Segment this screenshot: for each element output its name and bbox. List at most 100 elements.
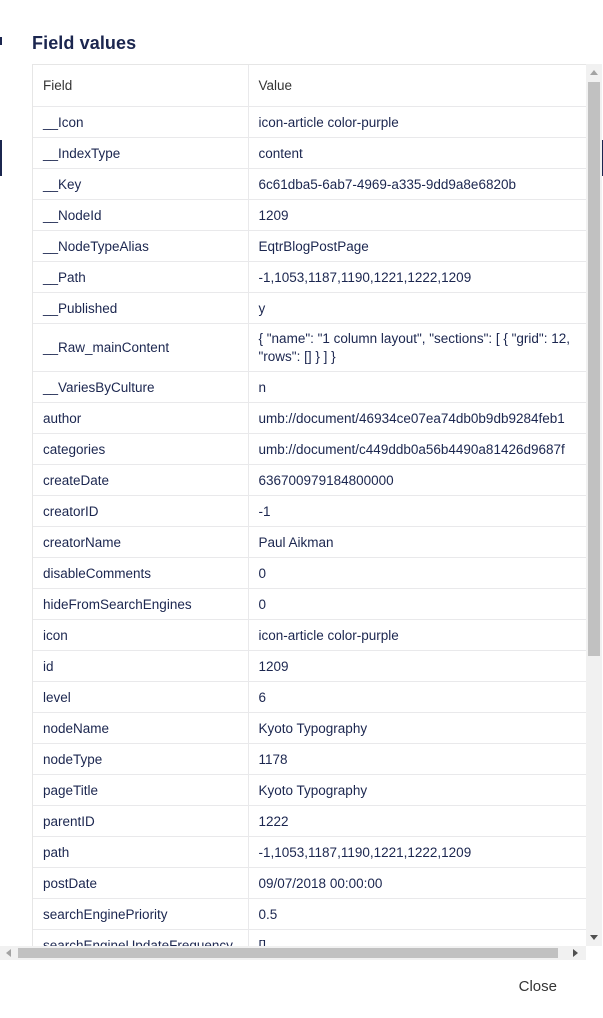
field-value-cell: 1209 (248, 199, 587, 231)
arrow-left-icon[interactable] (6, 949, 11, 957)
table-row: __NodeTypeAlias EqtrBlogPostPage (33, 230, 587, 262)
field-values-table: Field Value __Icon icon-article color-pur… (33, 65, 587, 947)
table-row: __IndexType content (33, 137, 587, 169)
vertical-scrollbar-thumb[interactable] (588, 82, 600, 656)
field-name-cell: createDate (33, 464, 249, 496)
arrow-right-icon[interactable] (573, 949, 578, 957)
field-name-cell: author (33, 402, 249, 434)
field-value-cell: 09/07/2018 00:00:00 (248, 867, 587, 899)
field-name-cell: __Published (33, 292, 249, 324)
field-name-cell: __Raw_mainContent (33, 323, 249, 372)
backdrop-edge (0, 140, 2, 176)
field-value-cell: content (248, 137, 587, 169)
table-row: postDate 09/07/2018 00:00:00 (33, 867, 587, 899)
field-name-cell: searchEngineUpdateFrequency (33, 929, 249, 947)
field-name-cell: pageTitle (33, 774, 249, 806)
table-row: __NodeId 1209 (33, 199, 587, 231)
horizontal-scrollbar[interactable] (0, 946, 586, 960)
field-name-cell: postDate (33, 867, 249, 899)
field-name-cell: __IndexType (33, 137, 249, 169)
table-row: __VariesByCulture n (33, 371, 587, 403)
field-value-cell: -1,1053,1187,1190,1221,1222,1209 (248, 836, 587, 868)
field-name-cell: level (33, 681, 249, 713)
field-name-cell: parentID (33, 805, 249, 837)
field-name-cell: id (33, 650, 249, 682)
table-row: level 6 (33, 681, 587, 713)
field-name-cell: __Path (33, 261, 249, 293)
field-value-cell: EqtrBlogPostPage (248, 230, 587, 262)
field-name-cell: __VariesByCulture (33, 371, 249, 403)
table-row: id 1209 (33, 650, 587, 682)
field-value-cell: 0.5 (248, 898, 587, 930)
field-value-cell: 1222 (248, 805, 587, 837)
table-row: nodeName Kyoto Typography (33, 712, 587, 744)
dialog-title: Field values (32, 33, 137, 53)
field-name-cell: nodeType (33, 743, 249, 775)
arrow-up-icon[interactable] (590, 70, 598, 75)
table-row: __Icon icon-article color-purple (33, 106, 587, 138)
table-row: __Key 6c61dba5-6ab7-4969-a335-9dd9a8e6820… (33, 168, 587, 200)
table-row: pageTitle Kyoto Typography (33, 774, 587, 806)
field-value-cell: umb://document/46934ce07ea74db0b9db9284f… (248, 402, 587, 434)
table-row: searchEnginePriority 0.5 (33, 898, 587, 930)
field-value-cell: 0 (248, 588, 587, 620)
field-name-cell: disableComments (33, 557, 249, 589)
field-name-cell: path (33, 836, 249, 868)
table-row: icon icon-article color-purple (33, 619, 587, 651)
field-name-cell: creatorID (33, 495, 249, 527)
arrow-down-icon[interactable] (590, 935, 598, 940)
field-value-cell: Kyoto Typography (248, 712, 587, 744)
field-value-cell: 6c61dba5-6ab7-4969-a335-9dd9a8e6820b (248, 168, 587, 200)
field-name-cell: categories (33, 433, 249, 465)
field-value-cell: -1 (248, 495, 587, 527)
backdrop-edge (0, 37, 2, 45)
table-row: hideFromSearchEngines 0 (33, 588, 587, 620)
field-name-cell: icon (33, 619, 249, 651)
table-row: __Published y (33, 292, 587, 324)
field-name-cell: searchEnginePriority (33, 898, 249, 930)
field-value-cell: 636700979184800000 (248, 464, 587, 496)
horizontal-scrollbar-thumb[interactable] (18, 948, 558, 958)
table-row: creatorName Paul Aikman (33, 526, 587, 558)
field-values-table-viewport[interactable]: Field Value __Icon icon-article color-pur… (32, 64, 587, 947)
field-value-cell: icon-article color-purple (248, 619, 587, 651)
column-header-value: Value (248, 65, 587, 107)
vertical-scrollbar[interactable] (586, 64, 602, 946)
field-value-cell: Kyoto Typography (248, 774, 587, 806)
field-value-cell: { "name": "1 column layout", "sections":… (248, 323, 587, 372)
table-row: creatorID -1 (33, 495, 587, 527)
table-body: __Icon icon-article color-purple __IndexTy… (33, 106, 587, 947)
field-name-cell: nodeName (33, 712, 249, 744)
field-value-cell: 1178 (248, 743, 587, 775)
field-name-cell: creatorName (33, 526, 249, 558)
field-value-cell: 6 (248, 681, 587, 713)
table-row: categories umb://document/c449ddb0a56b449… (33, 433, 587, 465)
field-name-cell: __NodeId (33, 199, 249, 231)
field-value-cell: 0 (248, 557, 587, 589)
field-value-cell: Paul Aikman (248, 526, 587, 558)
close-button[interactable]: Close (519, 976, 557, 997)
table-row: path -1,1053,1187,1190,1221,1222,1209 (33, 836, 587, 868)
field-value-cell: 1209 (248, 650, 587, 682)
table-row: __Raw_mainContent{ "name": "1 column lay… (33, 323, 587, 372)
table-row: searchEngineUpdateFrequency[] (33, 929, 587, 947)
field-values-dialog: Field values Field Value __Icon icon-arti… (0, 0, 603, 1018)
field-value-cell: umb://document/c449ddb0a56b4490a81426d96… (248, 433, 587, 465)
field-name-cell: __Icon (33, 106, 249, 138)
field-value-cell: y (248, 292, 587, 324)
table-row: author umb://document/46934ce07ea74db0b9d… (33, 402, 587, 434)
field-name-cell: __NodeTypeAlias (33, 230, 249, 262)
table-row: parentID 1222 (33, 805, 587, 837)
field-value-cell: [] (248, 929, 587, 947)
table-row: createDate 636700979184800000 (33, 464, 587, 496)
table-row: nodeType 1178 (33, 743, 587, 775)
table-row: disableComments 0 (33, 557, 587, 589)
table-row: __Path -1,1053,1187,1190,1221,1222,1209 (33, 261, 587, 293)
field-value-cell: -1,1053,1187,1190,1221,1222,1209 (248, 261, 587, 293)
field-value-cell: icon-article color-purple (248, 106, 587, 138)
column-header-field: Field (33, 65, 249, 107)
field-name-cell: __Key (33, 168, 249, 200)
field-name-cell: hideFromSearchEngines (33, 588, 249, 620)
table-header-row: Field Value (33, 65, 587, 107)
field-value-cell: n (248, 371, 587, 403)
